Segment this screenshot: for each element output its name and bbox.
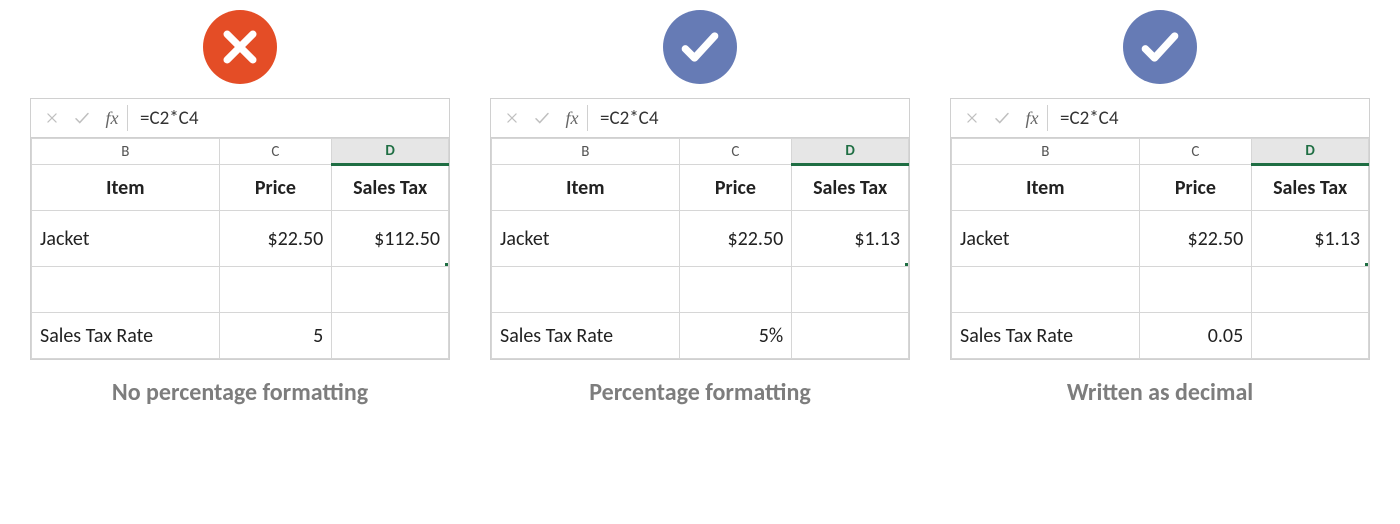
row-2[interactable]: Jacket $22.50 $1.13: [492, 211, 909, 267]
cell-c3[interactable]: [1139, 267, 1252, 313]
formula-input[interactable]: =C2*C4: [134, 107, 449, 130]
panel-decimal: fx =C2*C4 B C D Item Price Sales Tax: [950, 10, 1370, 407]
col-header-d[interactable]: D: [332, 139, 449, 165]
x-icon: [203, 10, 277, 84]
row-2[interactable]: Jacket $22.50 $112.50: [32, 211, 449, 267]
cell-c4[interactable]: 5%: [679, 313, 792, 359]
formula-bar: fx =C2*C4: [491, 99, 909, 138]
cell-b2[interactable]: Jacket: [492, 211, 680, 267]
row-1[interactable]: Item Price Sales Tax: [492, 165, 909, 211]
cancel-icon[interactable]: [957, 105, 987, 131]
cell-c1[interactable]: Price: [679, 165, 792, 211]
caption: Percentage formatting: [589, 378, 811, 407]
spreadsheet: fx =C2*C4 B C D Item Price Sales Tax: [30, 98, 450, 360]
cell-d2-selected[interactable]: $1.13: [1252, 211, 1369, 267]
spreadsheet: fx =C2*C4 B C D Item Price Sales Tax: [490, 98, 910, 360]
cell-b1[interactable]: Item: [952, 165, 1140, 211]
formula-input[interactable]: =C2*C4: [1054, 107, 1369, 130]
cell-b3[interactable]: [952, 267, 1140, 313]
grid[interactable]: B C D Item Price Sales Tax Jacket $22.50…: [31, 138, 449, 359]
col-header-c[interactable]: C: [679, 139, 792, 165]
col-header-b[interactable]: B: [32, 139, 220, 165]
row-1[interactable]: Item Price Sales Tax: [952, 165, 1369, 211]
cell-b4[interactable]: Sales Tax Rate: [952, 313, 1140, 359]
cell-c2[interactable]: $22.50: [679, 211, 792, 267]
panel-no-formatting: fx =C2*C4 B C D Item Price Sales Tax: [30, 10, 450, 407]
cell-b1[interactable]: Item: [32, 165, 220, 211]
row-2[interactable]: Jacket $22.50 $1.13: [952, 211, 1369, 267]
cell-b3[interactable]: [492, 267, 680, 313]
col-header-b[interactable]: B: [952, 139, 1140, 165]
check-icon: [1123, 10, 1197, 84]
row-3[interactable]: [952, 267, 1369, 313]
row-3[interactable]: [32, 267, 449, 313]
enter-icon[interactable]: [987, 105, 1017, 131]
col-header-c[interactable]: C: [219, 139, 332, 165]
cell-d1[interactable]: Sales Tax: [1252, 165, 1369, 211]
cell-c2[interactable]: $22.50: [219, 211, 332, 267]
cell-b1[interactable]: Item: [492, 165, 680, 211]
formula-input[interactable]: =C2*C4: [594, 107, 909, 130]
row-4[interactable]: Sales Tax Rate 0.05: [952, 313, 1369, 359]
cell-b3[interactable]: [32, 267, 220, 313]
cell-c1[interactable]: Price: [219, 165, 332, 211]
row-1[interactable]: Item Price Sales Tax: [32, 165, 449, 211]
grid[interactable]: B C D Item Price Sales Tax Jacket $22.50…: [491, 138, 909, 359]
cell-b4[interactable]: Sales Tax Rate: [32, 313, 220, 359]
col-header-b[interactable]: B: [492, 139, 680, 165]
cell-c3[interactable]: [219, 267, 332, 313]
cell-c2[interactable]: $22.50: [1139, 211, 1252, 267]
cell-c3[interactable]: [679, 267, 792, 313]
grid[interactable]: B C D Item Price Sales Tax Jacket $22.50…: [951, 138, 1369, 359]
cell-d2-selected[interactable]: $1.13: [792, 211, 909, 267]
cell-d1[interactable]: Sales Tax: [792, 165, 909, 211]
cell-c1[interactable]: Price: [1139, 165, 1252, 211]
cell-c4[interactable]: 0.05: [1139, 313, 1252, 359]
cell-d3[interactable]: [332, 267, 449, 313]
fx-icon[interactable]: fx: [557, 105, 588, 131]
enter-icon[interactable]: [527, 105, 557, 131]
cell-b2[interactable]: Jacket: [952, 211, 1140, 267]
cell-d2-selected[interactable]: $112.50: [332, 211, 449, 267]
cell-d4[interactable]: [792, 313, 909, 359]
col-header-d[interactable]: D: [792, 139, 909, 165]
column-headers[interactable]: B C D: [492, 139, 909, 165]
column-headers[interactable]: B C D: [32, 139, 449, 165]
cell-b2[interactable]: Jacket: [32, 211, 220, 267]
fx-icon[interactable]: fx: [97, 105, 128, 131]
cell-d4[interactable]: [1252, 313, 1369, 359]
cell-d3[interactable]: [1252, 267, 1369, 313]
enter-icon[interactable]: [67, 105, 97, 131]
check-icon: [663, 10, 737, 84]
cell-b4[interactable]: Sales Tax Rate: [492, 313, 680, 359]
row-3[interactable]: [492, 267, 909, 313]
caption: Written as decimal: [1067, 378, 1253, 407]
cell-c4[interactable]: 5: [219, 313, 332, 359]
cancel-icon[interactable]: [497, 105, 527, 131]
formula-bar: fx =C2*C4: [31, 99, 449, 138]
row-4[interactable]: Sales Tax Rate 5: [32, 313, 449, 359]
col-header-d[interactable]: D: [1252, 139, 1369, 165]
comparison-wrap: fx =C2*C4 B C D Item Price Sales Tax: [0, 0, 1400, 427]
panel-percentage-formatting: fx =C2*C4 B C D Item Price Sales Tax: [490, 10, 910, 407]
caption: No percentage formatting: [112, 378, 368, 407]
row-4[interactable]: Sales Tax Rate 5%: [492, 313, 909, 359]
column-headers[interactable]: B C D: [952, 139, 1369, 165]
formula-bar: fx =C2*C4: [951, 99, 1369, 138]
cell-d1[interactable]: Sales Tax: [332, 165, 449, 211]
cell-d4[interactable]: [332, 313, 449, 359]
col-header-c[interactable]: C: [1139, 139, 1252, 165]
cancel-icon[interactable]: [37, 105, 67, 131]
fx-icon[interactable]: fx: [1017, 105, 1048, 131]
cell-d3[interactable]: [792, 267, 909, 313]
spreadsheet: fx =C2*C4 B C D Item Price Sales Tax: [950, 98, 1370, 360]
